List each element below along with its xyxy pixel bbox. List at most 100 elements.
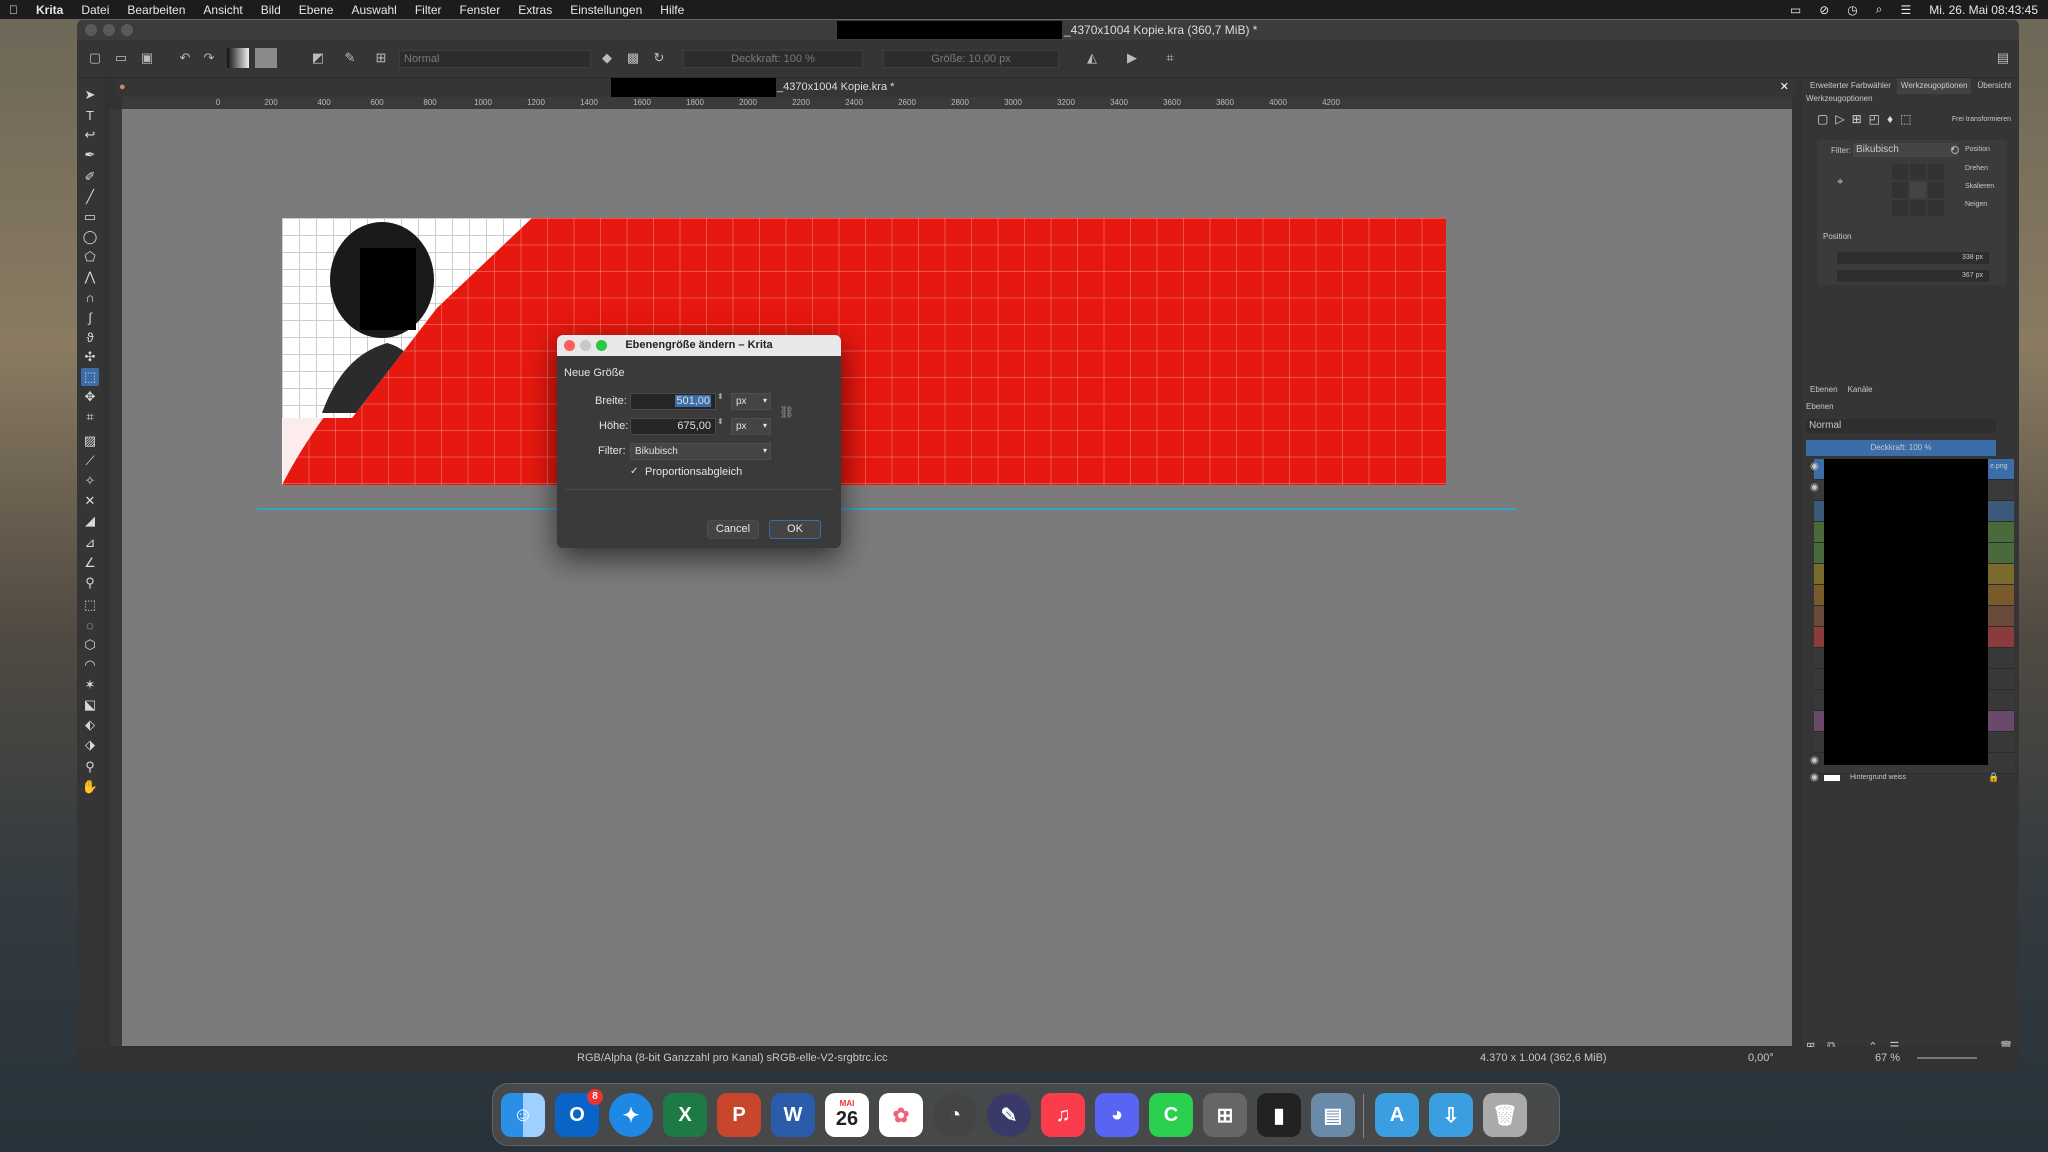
menu-app[interactable]: Krita — [27, 3, 72, 17]
undo-icon[interactable]: ↶ — [177, 48, 193, 68]
anchor-cell[interactable] — [1892, 182, 1908, 198]
menubar-datetime[interactable]: Mi. 26. Mai 08:43:45 — [1929, 3, 2038, 17]
document-tab[interactable]: ● _4370x1004 Kopie.kra * ✕ — [115, 78, 1795, 97]
guide-line[interactable] — [257, 508, 1517, 510]
preview-icon[interactable]: ▤ — [1311, 1093, 1355, 1137]
ok-button[interactable]: OK — [769, 520, 821, 539]
canvas-area[interactable] — [122, 109, 1792, 1046]
save-icon[interactable]: ▣ — [139, 48, 155, 68]
close-tab-icon[interactable]: ✕ — [1780, 78, 1789, 97]
workspace-icon[interactable]: ⊞ — [373, 48, 389, 68]
tab-advanced-color[interactable]: Erweiterter Farbwähler — [1810, 78, 1891, 94]
tab-layers[interactable]: Ebenen — [1810, 385, 1838, 399]
mesh-icon[interactable]: ⬚ — [1900, 112, 1911, 126]
anchor-cell[interactable] — [1892, 164, 1908, 180]
width-stepper-icon[interactable]: ⬍ — [717, 392, 724, 401]
menu-auswahl[interactable]: Auswahl — [342, 3, 405, 17]
anchor-cell[interactable] — [1928, 164, 1944, 180]
width-unit-chevron-icon[interactable]: ▾ — [763, 396, 767, 405]
anchor-cell[interactable] — [1910, 164, 1926, 180]
dialog-minimize-button[interactable] — [580, 340, 591, 351]
shear-option[interactable]: Neigen — [1965, 201, 1987, 208]
color-picker-tool-icon[interactable]: ⟋ — [81, 452, 99, 470]
measure-tool-icon[interactable]: ∠ — [81, 554, 99, 572]
safari-icon[interactable]: ✦ — [609, 1093, 653, 1137]
crop-tool-icon[interactable]: ⌗ — [81, 408, 99, 426]
polygon-tool-icon[interactable]: ⬠ — [81, 248, 99, 266]
close-window-button[interactable] — [85, 24, 97, 36]
trash-icon[interactable]: 🗑 — [1483, 1093, 1527, 1137]
move-tool-icon[interactable]: ✥ — [81, 388, 99, 406]
layer-blend-select[interactable]: Normal — [1806, 419, 1996, 433]
tab-tool-options[interactable]: Werkzeugoptionen — [1896, 78, 1972, 94]
text-tool-icon[interactable]: T — [81, 106, 99, 124]
perspective-icon[interactable]: ▷ — [1835, 112, 1844, 126]
warp-icon[interactable]: ⊞ — [1852, 112, 1862, 126]
menu-filter[interactable]: Filter — [406, 3, 451, 17]
position-y-input[interactable]: 367 px — [1837, 270, 1989, 282]
height-stepper-icon[interactable]: ⬍ — [717, 417, 724, 426]
layer-row-background[interactable]: ◉ Hintergrund weiss 🔒 — [1804, 769, 2017, 789]
brush-tool-icon[interactable]: ✐ — [81, 168, 99, 186]
calendar-icon[interactable]: MAI 26 — [825, 1093, 869, 1137]
eraser-icon[interactable]: ◆ — [599, 48, 615, 68]
spotlight-icon[interactable]: ⌕ — [1876, 2, 1883, 17]
finder-icon[interactable]: ☺ — [501, 1093, 545, 1137]
height-unit-chevron-icon[interactable]: ▾ — [763, 421, 767, 430]
visibility-eye-icon[interactable]: ◉ — [1810, 755, 1819, 766]
music-icon[interactable]: ♫ — [1041, 1093, 1085, 1137]
new-document-icon[interactable]: ▢ — [87, 48, 103, 68]
bezier-tool-icon[interactable]: ∩ — [81, 288, 99, 306]
rect-select-tool-icon[interactable]: ⬚ — [81, 596, 99, 614]
apple-icon[interactable]:  — [0, 3, 27, 17]
blend-mode-select[interactable]: Normal — [399, 50, 591, 68]
position-radio[interactable] — [1951, 146, 1959, 154]
edit-shapes-tool-icon[interactable]: ↩ — [81, 126, 99, 144]
visibility-eye-icon[interactable]: ◉ — [1810, 772, 1819, 783]
layer-opacity-slider[interactable]: Deckkraft: 100 % — [1806, 440, 1996, 456]
width-input[interactable]: 501,00 — [630, 393, 716, 410]
visibility-eye-icon[interactable]: ◉ — [1810, 482, 1819, 493]
bezier-select-tool-icon[interactable]: ⬖ — [81, 716, 99, 734]
filter-chevron-icon[interactable]: ▾ — [763, 446, 767, 455]
free-transform-icon[interactable]: ▢ — [1817, 112, 1828, 126]
menu-hilfe[interactable]: Hilfe — [651, 3, 693, 17]
colorize-mask-tool-icon[interactable]: ✧ — [81, 472, 99, 490]
applications-folder-icon[interactable]: A — [1375, 1093, 1419, 1137]
wifi-off-icon[interactable]: ⊘ — [1819, 3, 1829, 17]
menu-fenster[interactable]: Fenster — [451, 3, 510, 17]
transform-tool-icon[interactable]: ⬚ — [81, 368, 99, 386]
ellipse-tool-icon[interactable]: ◯ — [81, 228, 99, 246]
ellipse-select-tool-icon[interactable]: ◌ — [81, 616, 99, 634]
activity-ring-icon[interactable]: ◔ — [933, 1093, 977, 1137]
size-slider[interactable]: Größe: 10,00 px — [883, 50, 1059, 68]
reference-tool-icon[interactable]: ⚲ — [81, 574, 99, 592]
mirror-vertical-icon[interactable]: ▶ — [1124, 48, 1140, 68]
anchor-cell[interactable] — [1928, 200, 1944, 216]
calligraphy-tool-icon[interactable]: ✒ — [81, 146, 99, 164]
fg-bg-color-icon[interactable]: ◩ — [307, 48, 329, 68]
height-input[interactable]: 675,00 — [630, 418, 716, 435]
minimize-window-button[interactable] — [103, 24, 115, 36]
launchpad-icon[interactable]: ⊞ — [1203, 1093, 1247, 1137]
proportion-label[interactable]: Proportionsabgleich — [645, 466, 742, 478]
width-value[interactable]: 501,00 — [675, 395, 711, 407]
polyline-tool-icon[interactable]: ⋀ — [81, 268, 99, 286]
anchor-cell[interactable] — [1928, 182, 1944, 198]
opacity-slider[interactable]: Deckkraft: 100 % — [683, 50, 863, 68]
freehand-select-tool-icon[interactable]: ◠ — [81, 656, 99, 674]
alpha-lock-icon[interactable]: ▩ — [625, 48, 641, 68]
assistant-tool-icon[interactable]: ⊿ — [81, 534, 99, 552]
rotation-value[interactable]: 0,00° — [1748, 1047, 1774, 1070]
zoom-value[interactable]: 67 % — [1875, 1047, 1900, 1070]
battery-icon[interactable]: ▭ — [1790, 3, 1801, 17]
anchor-point-icon[interactable]: ⌖ — [1837, 176, 1843, 189]
downloads-folder-icon[interactable]: ⇩ — [1429, 1093, 1473, 1137]
pan-tool-icon[interactable]: ✋ — [81, 778, 99, 796]
tab-overview[interactable]: Übersicht — [1977, 78, 2011, 94]
rectangle-tool-icon[interactable]: ▭ — [81, 208, 99, 226]
position-option[interactable]: Position — [1965, 146, 1990, 153]
similar-select-tool-icon[interactable]: ⬕ — [81, 696, 99, 714]
redo-icon[interactable]: ↷ — [201, 48, 217, 68]
powerpoint-icon[interactable]: P — [717, 1093, 761, 1137]
